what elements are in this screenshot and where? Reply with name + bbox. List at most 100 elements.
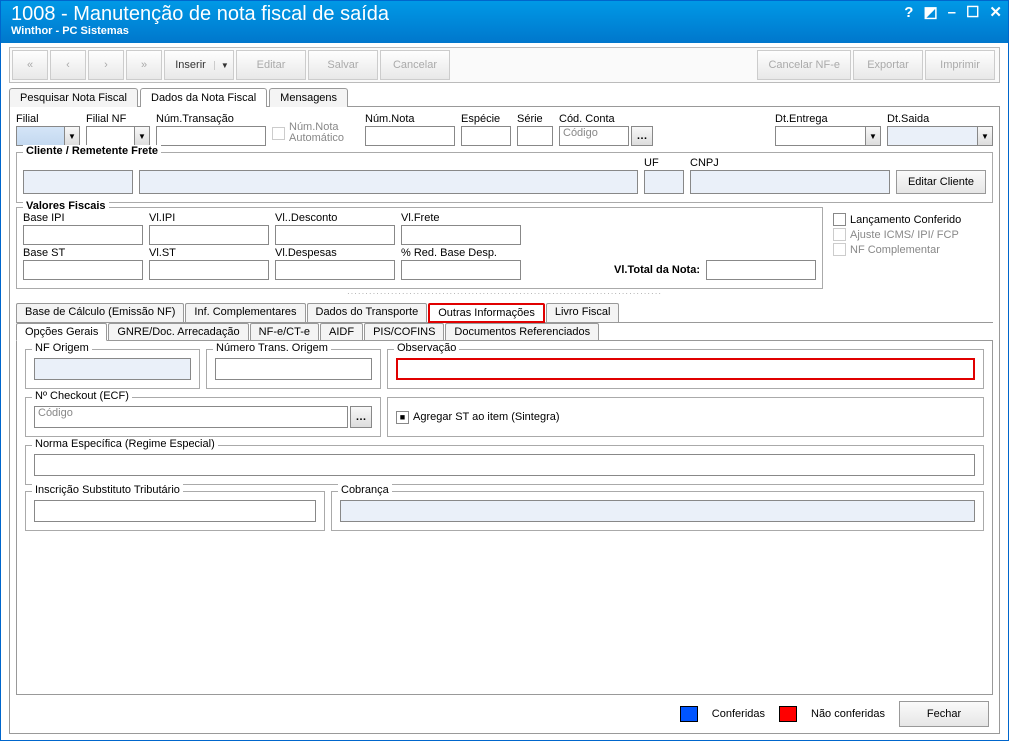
num-nota-auto-check[interactable]: Núm.Nota Automático [272, 122, 359, 144]
cliente-nome-input[interactable] [139, 170, 638, 194]
editar-cliente-button[interactable]: Editar Cliente [896, 170, 986, 194]
imprimir-button[interactable]: Imprimir [925, 50, 995, 80]
filial-nf-combo[interactable]: ▼ [86, 126, 150, 146]
dt-entrega-combo[interactable]: ▼ [775, 126, 881, 146]
salvar-button[interactable]: Salvar [308, 50, 378, 80]
vl-desconto-input[interactable] [275, 225, 395, 245]
tab-nfe-cte-label: NF-e/CT-e [259, 326, 310, 338]
help-icon[interactable]: ? [904, 4, 913, 21]
tab-base-calculo-label: Base de Cálculo (Emissão NF) [25, 306, 175, 318]
cancelar-button[interactable]: Cancelar [380, 50, 450, 80]
num-trans-origem-input[interactable] [215, 358, 372, 380]
tab-aidf[interactable]: AIDF [320, 323, 363, 341]
cnpj-input[interactable] [690, 170, 890, 194]
tab-outras-informacoes[interactable]: Outras Informações [428, 303, 545, 323]
num-nota-input[interactable] [365, 126, 455, 146]
especie-input[interactable] [461, 126, 511, 146]
lanc-conferido-checkbox[interactable] [833, 213, 846, 226]
tab-opcoes-gerais[interactable]: Opções Gerais [16, 323, 107, 341]
tab-mensagens[interactable]: Mensagens [269, 88, 348, 107]
nav-next-icon: › [104, 59, 108, 71]
checkout-lookup-button[interactable]: … [350, 406, 372, 428]
ajuste-check[interactable]: Ajuste ICMS/ IPI/ FCP [833, 228, 993, 241]
dt-entrega-input[interactable] [775, 126, 865, 146]
dt-entrega-dropdown-icon[interactable]: ▼ [865, 126, 881, 146]
tab-base-calculo[interactable]: Base de Cálculo (Emissão NF) [16, 303, 184, 323]
observacao-input[interactable] [396, 358, 975, 380]
maximize-icon[interactable]: ☐ [966, 3, 979, 21]
filial-combo[interactable]: ▼ [16, 126, 80, 146]
base-ipi-input[interactable] [23, 225, 143, 245]
num-transacao-input[interactable] [156, 126, 266, 146]
lanc-conferido-label: Lançamento Conferido [850, 214, 961, 226]
footer: Conferidas Não conferidas Fechar [16, 695, 993, 727]
vl-frete-input[interactable] [401, 225, 521, 245]
num-nota-auto-checkbox[interactable] [272, 127, 285, 140]
vl-despesas-input[interactable] [275, 260, 395, 280]
total-input[interactable] [706, 260, 816, 280]
inserir-button[interactable]: Inserir ▼ [164, 50, 234, 80]
cod-conta-lookup-button[interactable]: … [631, 126, 653, 146]
exportar-button[interactable]: Exportar [853, 50, 923, 80]
dt-saida-dropdown-icon[interactable]: ▼ [977, 126, 993, 146]
tab-livro-fiscal[interactable]: Livro Fiscal [546, 303, 620, 323]
base-st-input[interactable] [23, 260, 143, 280]
observacao-fieldset: Observação [387, 349, 984, 389]
vl-st-input[interactable] [149, 260, 269, 280]
tab-pesquisar[interactable]: Pesquisar Nota Fiscal [9, 88, 138, 107]
inserir-label: Inserir [175, 59, 206, 71]
nf-origem-input[interactable] [34, 358, 191, 380]
tab-nfe-cte[interactable]: NF-e/CT-e [250, 323, 319, 341]
fechar-button[interactable]: Fechar [899, 701, 989, 727]
dt-saida-label: Dt.Saida [887, 113, 993, 125]
agregar-check[interactable]: ■ Agregar ST ao item (Sintegra) [396, 411, 560, 424]
tab-dados-transporte[interactable]: Dados do Transporte [307, 303, 428, 323]
cobranca-input[interactable] [340, 500, 975, 522]
ajuste-checkbox[interactable] [833, 228, 846, 241]
nav-last-button[interactable]: » [126, 50, 162, 80]
tab-livro-fiscal-label: Livro Fiscal [555, 306, 611, 318]
minimize-icon[interactable]: – [948, 4, 956, 21]
inscricao-input[interactable] [34, 500, 316, 522]
dt-saida-combo[interactable]: ▼ [887, 126, 993, 146]
norma-input[interactable] [34, 454, 975, 476]
nav-next-button[interactable]: › [88, 50, 124, 80]
vl-desconto-label: Vl..Desconto [275, 212, 395, 224]
cliente-cod-input[interactable] [23, 170, 133, 194]
filial-input[interactable] [16, 126, 64, 146]
norma-fieldset: Norma Específica (Regime Especial) [25, 445, 984, 485]
agregar-checkbox[interactable]: ■ [396, 411, 409, 424]
close-icon[interactable]: ✕ [989, 3, 1002, 21]
tab-pis-cofins[interactable]: PIS/COFINS [364, 323, 444, 341]
nao-conferidas-swatch [779, 706, 797, 722]
norma-title: Norma Específica (Regime Especial) [32, 438, 218, 450]
tab-doc-referenciados[interactable]: Documentos Referenciados [445, 323, 599, 341]
serie-input[interactable] [517, 126, 553, 146]
tab-dados[interactable]: Dados da Nota Fiscal [140, 88, 267, 107]
vl-frete-label: Vl.Frete [401, 212, 521, 224]
vl-ipi-input[interactable] [149, 225, 269, 245]
dt-saida-input[interactable] [887, 126, 977, 146]
nav-first-button[interactable]: « [12, 50, 48, 80]
cancelar-label: Cancelar [393, 59, 437, 71]
cod-conta-input[interactable]: Código [559, 126, 629, 146]
uf-input[interactable] [644, 170, 684, 194]
filial-nf-input[interactable] [86, 126, 134, 146]
lanc-conferido-check[interactable]: Lançamento Conferido [833, 213, 993, 226]
editar-button[interactable]: Editar [236, 50, 306, 80]
chevron-down-icon[interactable]: ▼ [214, 61, 229, 70]
nf-comp-label: NF Complementar [850, 244, 940, 256]
red-base-input[interactable] [401, 260, 521, 280]
filial-nf-dropdown-icon[interactable]: ▼ [134, 126, 150, 146]
checkout-input[interactable]: Código [34, 406, 348, 428]
tool-icon[interactable]: ◩ [923, 3, 937, 21]
nf-comp-check[interactable]: NF Complementar [833, 243, 993, 256]
tab-outras-informacoes-label: Outras Informações [438, 307, 535, 319]
tab-dados-transporte-label: Dados do Transporte [316, 306, 419, 318]
filial-dropdown-icon[interactable]: ▼ [64, 126, 80, 146]
nf-comp-checkbox[interactable] [833, 243, 846, 256]
tab-gnre[interactable]: GNRE/Doc. Arrecadação [108, 323, 248, 341]
cancelar-nfe-button[interactable]: Cancelar NF-e [757, 50, 851, 80]
tab-inf-complementares[interactable]: Inf. Complementares [185, 303, 305, 323]
nav-prev-button[interactable]: ‹ [50, 50, 86, 80]
